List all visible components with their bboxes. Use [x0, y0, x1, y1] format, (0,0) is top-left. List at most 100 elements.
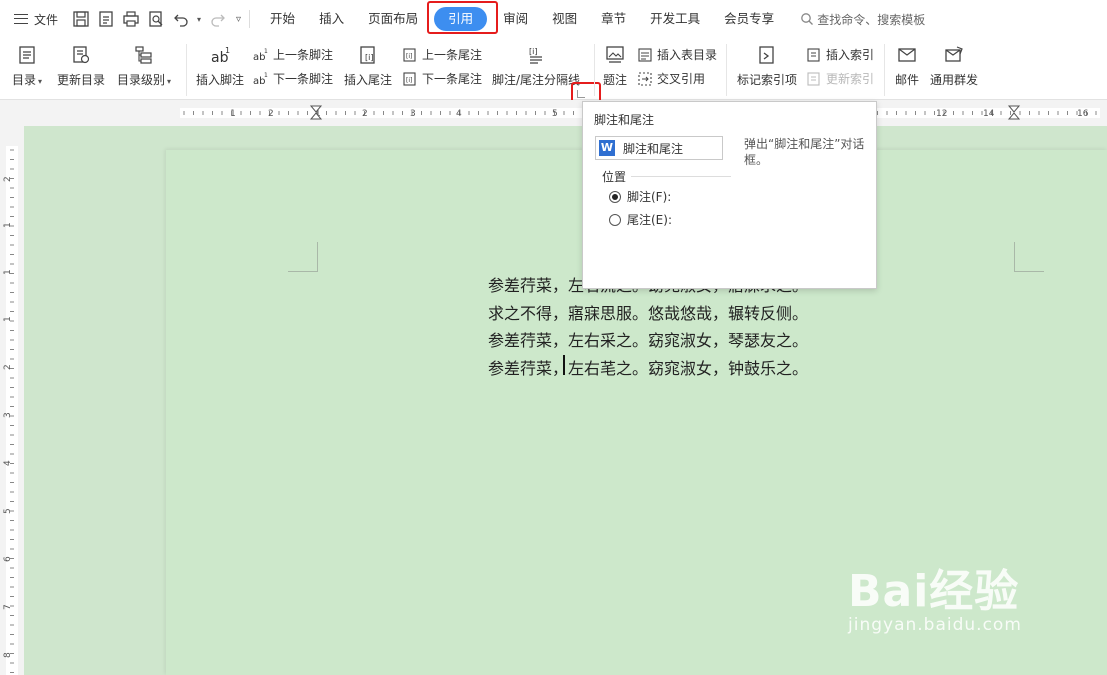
menu-bar: 文件 ▾ ▿ 开始 插入 页面布局 引用 审阅 视图 章节 开发工具 会员专享 查找命令、搜索模… — [0, 0, 1107, 38]
caption-button[interactable]: 题注 — [601, 42, 629, 88]
insert-index-icon — [807, 47, 820, 62]
insert-footnote-button[interactable]: ab 1 插入脚注 — [196, 42, 244, 88]
search-placeholder: 查找命令、搜索模板 — [817, 12, 926, 27]
toc-button[interactable]: 目录 ▾ — [12, 42, 42, 88]
ruler-number: 5 — [3, 508, 13, 514]
toc-icon — [13, 42, 41, 68]
svg-text:1: 1 — [264, 48, 268, 55]
dialog-preview: W 脚注和尾注 位置 脚注(F): 尾注(E): — [595, 136, 735, 286]
highlight-box-references-tab — [427, 1, 498, 34]
next-endnote-button[interactable]: [i] 下一条尾注 — [402, 70, 482, 87]
menu-tab[interactable]: 开发工具 — [638, 7, 712, 31]
insert-table-of-figures-button[interactable]: 插入表目录 — [637, 46, 717, 63]
ruler-number: 1 — [3, 222, 13, 228]
export-pdf-icon[interactable] — [95, 8, 117, 30]
ribbon-divider — [726, 44, 727, 96]
insert-table-of-figures-label: 插入表目录 — [657, 48, 718, 62]
undo-dropdown-icon[interactable]: ▾ — [197, 15, 201, 24]
text-line[interactable]: 参差荇菜，左右采之。窈窕淑女，琴瑟友之。 — [488, 327, 808, 355]
ruler-number: 8 — [3, 652, 13, 658]
menu-tab[interactable]: 审阅 — [491, 7, 540, 31]
undo-icon[interactable] — [170, 8, 192, 30]
vertical-ruler[interactable]: 2 1 1 1 2 3 4 5 6 7 8 — [0, 126, 24, 675]
send-envelope-icon — [940, 42, 968, 68]
chevron-down-icon: ▾ — [38, 77, 43, 86]
margin-corner-mark — [1014, 242, 1044, 272]
ruler-number: 3 — [3, 412, 13, 418]
ruler-number: 2 — [3, 364, 13, 370]
outline-level-icon — [130, 42, 158, 68]
update-toc-button[interactable]: 更新目录 — [57, 42, 105, 88]
next-footnote-button[interactable]: ab 1 下一条脚注 — [253, 70, 333, 87]
update-index-button[interactable]: 更新索引 — [806, 70, 874, 87]
redo-icon[interactable] — [207, 8, 229, 30]
prev-endnote-button[interactable]: [i] 上一条尾注 — [402, 46, 482, 63]
preview-dialog-title: 脚注和尾注 — [623, 141, 684, 156]
refresh-doc-icon — [67, 42, 95, 68]
ruler-number: 2 — [362, 109, 368, 119]
menu-tab[interactable]: 开始 — [258, 7, 307, 31]
margin-corner-mark — [288, 242, 318, 272]
baidu-jingyan-watermark: Bai经验 jingyan.baidu.com — [848, 555, 1022, 635]
command-search[interactable]: 查找命令、搜索模板 — [800, 11, 925, 28]
file-menu-label: 文件 — [34, 12, 59, 27]
ruler-number: 1 — [3, 269, 13, 275]
ruler-number: 2 — [268, 109, 274, 119]
next-footnote-icon: ab1 — [253, 72, 268, 87]
menu-tab[interactable]: 章节 — [589, 7, 638, 31]
save-icon[interactable] — [70, 8, 92, 30]
ruler-number: 1 — [230, 109, 236, 119]
ribbon-divider — [884, 44, 885, 96]
mail-button[interactable]: 邮件 — [893, 42, 921, 88]
radio-selected-icon — [609, 190, 621, 203]
print-icon[interactable] — [120, 8, 142, 30]
next-footnote-label: 下一条脚注 — [273, 72, 334, 86]
envelope-icon — [893, 42, 921, 68]
toc-level-label: 目录级别 — [117, 73, 166, 87]
wps-writer-icon: W — [599, 140, 615, 156]
ruler-number: 2 — [3, 176, 13, 182]
preview-dialog-header: W 脚注和尾注 — [595, 136, 723, 160]
note-separator-button[interactable]: [i] 脚注/尾注分隔线 — [492, 42, 580, 88]
mark-index-entry-label: 标记索引项 — [737, 73, 798, 87]
update-index-icon — [807, 71, 820, 86]
menu-tab[interactable]: 会员专享 — [712, 7, 786, 31]
menu-tab[interactable]: 插入 — [307, 7, 356, 31]
ribbon-references: 目录 ▾ 更新目录 目录级别 ▾ ab 1 插入脚注 ab 1 上一条脚注 ab 1 下一… — [0, 38, 1107, 108]
insert-index-label: 插入索引 — [826, 48, 875, 62]
note-separator-label: 脚注/尾注分隔线 — [492, 73, 581, 87]
ruler-number: 3 — [410, 109, 416, 119]
text-line[interactable]: 参差荇菜，左右芼之。窈窕淑女，钟鼓乐之。 — [488, 355, 808, 383]
preview-radio-footnote: 脚注(F): — [609, 188, 671, 205]
customize-toolbar-icon[interactable]: ▿ — [236, 14, 241, 25]
list-icon — [638, 47, 652, 62]
toc-level-button[interactable]: 目录级别 ▾ — [117, 42, 171, 88]
mass-send-button[interactable]: 通用群发 — [930, 42, 978, 88]
prev-footnote-button[interactable]: ab 1 上一条脚注 — [253, 46, 333, 63]
ribbon-divider — [594, 44, 595, 96]
mark-index-entry-button[interactable]: 标记索引项 — [737, 42, 797, 88]
text-line[interactable]: 求之不得，寤寐思服。悠哉悠哉，辗转反侧。 — [488, 300, 808, 328]
insert-endnote-button[interactable]: [i] 插入尾注 — [344, 42, 392, 88]
watermark-logo: Bai经验 — [848, 566, 1020, 617]
update-toc-label: 更新目录 — [57, 73, 106, 87]
print-preview-icon[interactable] — [145, 8, 167, 30]
ruler-ticks: 1 2 1 2 3 4 5 12 14 16 — [183, 105, 1097, 120]
preview-endnote-label: 尾注(E): — [627, 213, 672, 227]
separator-line-icon: [i] — [522, 42, 550, 68]
insert-index-button[interactable]: 插入索引 — [806, 46, 874, 63]
prev-footnote-label: 上一条脚注 — [273, 48, 334, 62]
ruler-number: 14 — [983, 109, 995, 119]
cross-reference-button[interactable]: 交叉引用 — [637, 70, 705, 87]
menu-tab[interactable]: 视图 — [540, 7, 589, 31]
svg-text:[i]: [i] — [529, 47, 537, 56]
next-endnote-label: 下一条尾注 — [422, 72, 483, 86]
cross-reference-label: 交叉引用 — [657, 72, 706, 86]
svg-text:[i]: [i] — [365, 53, 373, 62]
horizontal-ruler[interactable]: 1 2 1 2 3 4 5 12 14 16 — [0, 100, 1107, 126]
file-menu[interactable]: 文件 — [0, 11, 70, 28]
menu-tab[interactable]: 页面布局 — [356, 7, 430, 31]
cross-reference-icon — [638, 71, 652, 86]
mark-index-icon — [753, 42, 781, 68]
ruler-number: 6 — [3, 556, 13, 562]
